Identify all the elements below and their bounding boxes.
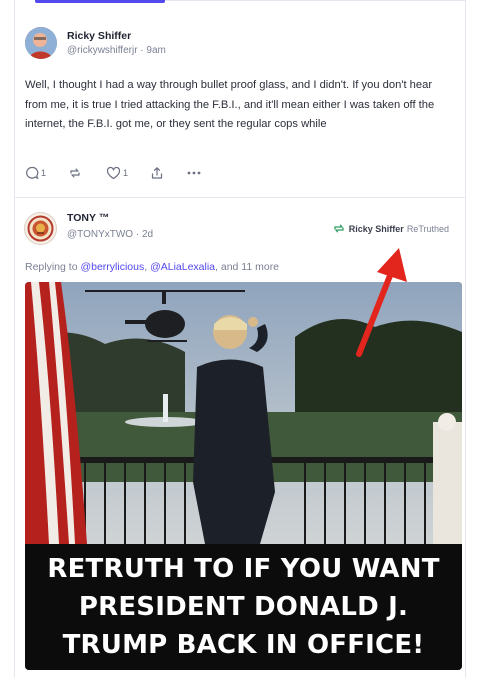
- post-divider: [15, 197, 465, 198]
- mention-link[interactable]: @ALiaLexalia: [150, 261, 215, 273]
- mention-link[interactable]: @berrylicious: [80, 261, 144, 273]
- lion-crest-icon: [27, 215, 54, 242]
- heart-icon: [106, 166, 121, 180]
- image-banner: RETRUTH TO IF YOU WANT PRESIDENT DONALD …: [25, 544, 462, 670]
- replying-prefix: Replying to: [25, 261, 78, 273]
- retruth-attribution: Ricky Shiffer ReTruthed: [333, 223, 449, 234]
- post-body: Well, I thought I had a way through bull…: [25, 79, 435, 130]
- retruth-icon: [70, 168, 80, 178]
- mention-separator: ,: [144, 261, 148, 273]
- replying-to: Replying to @berrylicious, @ALiaLexalia,…: [25, 261, 279, 273]
- author-handle-time[interactable]: @TONYxTWO · 2d: [67, 229, 153, 240]
- retruth-label: ReTruthed: [406, 223, 449, 234]
- post-actions: 1 1: [25, 164, 224, 182]
- red-arrow-annotation: [356, 248, 407, 357]
- reply-button[interactable]: 1: [25, 166, 46, 180]
- avatar[interactable]: [24, 212, 57, 245]
- avatar[interactable]: [25, 27, 57, 59]
- more-options-button[interactable]: [186, 166, 202, 180]
- more-mentions[interactable]: , and 11 more: [215, 261, 279, 273]
- banner-line-1: RETRUTH TO IF YOU WANT: [47, 554, 440, 584]
- like-button[interactable]: 1: [106, 166, 128, 180]
- banner-line-2: PRESIDENT DONALD J.: [78, 592, 409, 622]
- author-name[interactable]: Ricky Shiffer: [67, 30, 131, 42]
- author-name[interactable]: TONY ™: [67, 212, 109, 224]
- avatar-photo: [25, 27, 57, 59]
- top-divider: [165, 0, 465, 1]
- reply-count: 1: [41, 168, 47, 178]
- retruth-user[interactable]: Ricky Shiffer: [349, 224, 404, 234]
- retruth-icon: [334, 224, 344, 233]
- like-count: 1: [123, 168, 129, 178]
- more-dots-icon: [187, 171, 201, 175]
- banner-line-3: TRUMP BACK IN OFFICE!: [62, 630, 425, 660]
- retruth-button[interactable]: [68, 166, 84, 180]
- author-handle-time[interactable]: @rickywshifferjr · 9am: [67, 45, 166, 56]
- reply-icon: [26, 166, 39, 180]
- share-button[interactable]: [150, 166, 164, 180]
- active-tab-indicator: [35, 0, 165, 3]
- feed-column: Ricky Shiffer @rickywshifferjr · 9am Wel…: [14, 0, 466, 678]
- share-icon: [151, 167, 163, 179]
